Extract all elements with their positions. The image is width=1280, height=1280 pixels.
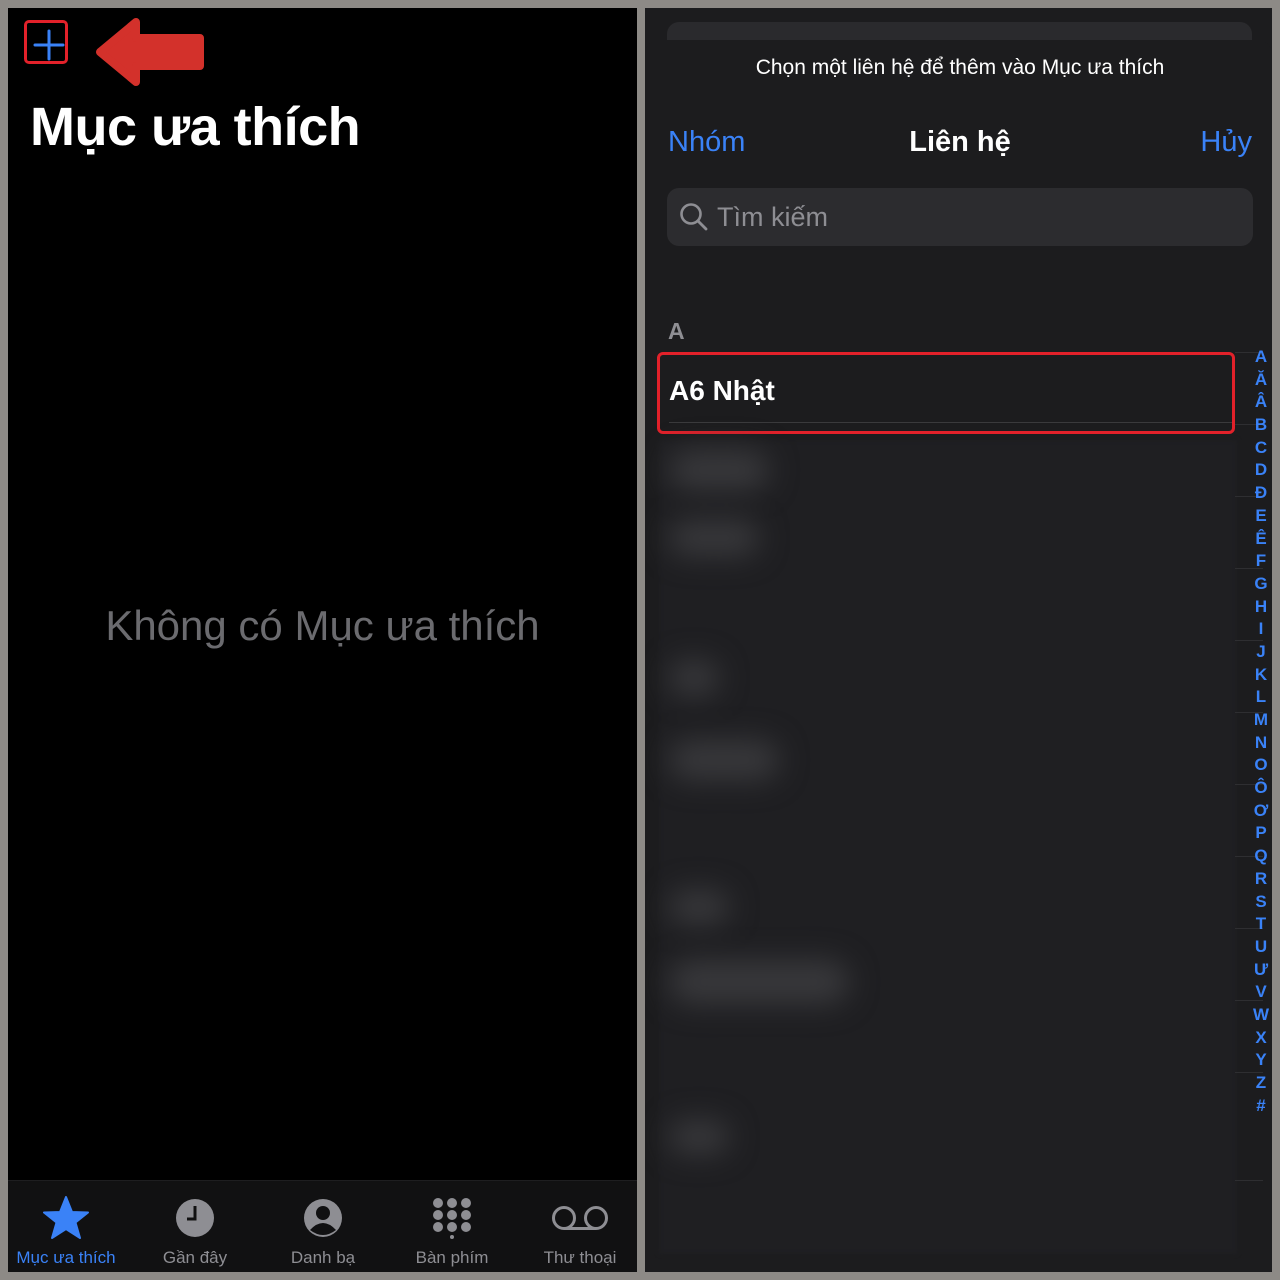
index-letter[interactable]: Ă <box>1250 369 1272 392</box>
index-letter[interactable]: G <box>1250 573 1272 596</box>
picker-prompt: Chọn một liên hệ để thêm vào Mục ưa thíc… <box>755 56 1165 79</box>
search-input[interactable]: Tìm kiếm <box>667 188 1253 246</box>
row-separator <box>669 422 1232 423</box>
index-letter[interactable]: Đ <box>1250 482 1272 505</box>
tab-voicemail[interactable]: Thư thoại <box>520 1195 637 1268</box>
empty-state-message: Không có Mục ưa thích <box>105 602 540 649</box>
add-favorite-button[interactable] <box>24 20 68 64</box>
index-letter[interactable]: T <box>1250 913 1272 936</box>
clock-icon <box>176 1199 214 1237</box>
page-title: Mục ưa thích <box>30 97 361 157</box>
tab-label: Bàn phím <box>415 1248 489 1267</box>
star-icon <box>43 1196 89 1239</box>
cancel-button[interactable]: Hủy <box>1200 126 1252 159</box>
index-letter[interactable]: # <box>1250 1095 1272 1118</box>
index-letter[interactable]: K <box>1250 664 1272 687</box>
index-letter[interactable]: C <box>1250 437 1272 460</box>
tab-keypad[interactable]: Bàn phím <box>392 1195 512 1268</box>
section-header: A <box>668 318 685 344</box>
index-letter[interactable]: Ơ <box>1250 800 1272 823</box>
section-index[interactable]: A Ă Â B C D Đ E Ê F G H I J K L M N O Ô Ơ P Q R S T U Ư V W X Y Z # <box>1250 346 1272 1117</box>
voicemail-icon <box>552 1206 608 1230</box>
index-letter[interactable]: N <box>1250 732 1272 755</box>
blurred-contact-list <box>659 440 1237 1254</box>
tab-label: Mục ưa thích <box>16 1248 116 1267</box>
index-letter[interactable]: M <box>1250 709 1272 732</box>
plus-icon <box>33 29 65 61</box>
tab-label: Gần đây <box>162 1248 228 1267</box>
tab-bar: Mục ưa thích Gần đây Danh bạ Bàn phím Th… <box>8 1180 637 1272</box>
tab-label: Thư thoại <box>543 1248 617 1267</box>
index-letter[interactable]: D <box>1250 459 1272 482</box>
index-letter[interactable]: R <box>1250 868 1272 891</box>
index-letter[interactable]: E <box>1250 505 1272 528</box>
index-letter[interactable]: Ô <box>1250 777 1272 800</box>
contact-name: A6 Nhật <box>669 375 775 406</box>
contact-picker-screen: Chọn một liên hệ để thêm vào Mục ưa thíc… <box>645 8 1272 1272</box>
index-letter[interactable]: I <box>1250 618 1272 641</box>
tab-favorites[interactable]: Mục ưa thích <box>8 1195 126 1268</box>
index-letter[interactable]: J <box>1250 641 1272 664</box>
index-letter[interactable]: B <box>1250 414 1272 437</box>
index-letter[interactable]: Z <box>1250 1072 1272 1095</box>
index-letter[interactable]: Â <box>1250 391 1272 414</box>
tab-contacts[interactable]: Danh bạ <box>263 1195 383 1268</box>
search-icon <box>680 203 708 231</box>
person-circle-icon <box>304 1199 342 1237</box>
tab-recents[interactable]: Gần đây <box>135 1195 255 1268</box>
nav-title: Liên hệ <box>909 126 1011 158</box>
tab-label: Danh bạ <box>290 1248 356 1267</box>
index-letter[interactable]: S <box>1250 891 1272 914</box>
red-arrow-annotation-icon <box>96 18 204 86</box>
search-placeholder: Tìm kiếm <box>717 202 828 232</box>
index-letter[interactable]: Q <box>1250 845 1272 868</box>
index-letter[interactable]: W <box>1250 1004 1272 1027</box>
index-letter[interactable]: A <box>1250 346 1272 369</box>
favorites-screen: Mục ưa thích Không có Mục ưa thích Mục ư… <box>8 8 637 1272</box>
index-letter[interactable]: H <box>1250 596 1272 619</box>
index-letter[interactable]: Ư <box>1250 959 1272 982</box>
index-letter[interactable]: Ê <box>1250 528 1272 551</box>
keypad-icon <box>433 1198 471 1239</box>
index-letter[interactable]: P <box>1250 822 1272 845</box>
index-letter[interactable]: F <box>1250 550 1272 573</box>
index-letter[interactable]: V <box>1250 981 1272 1004</box>
index-letter[interactable]: U <box>1250 936 1272 959</box>
index-letter[interactable]: L <box>1250 686 1272 709</box>
contact-row[interactable]: A6 Nhật <box>657 352 1235 434</box>
index-letter[interactable]: X <box>1250 1027 1272 1050</box>
index-letter[interactable]: Y <box>1250 1049 1272 1072</box>
index-letter[interactable]: O <box>1250 754 1272 777</box>
